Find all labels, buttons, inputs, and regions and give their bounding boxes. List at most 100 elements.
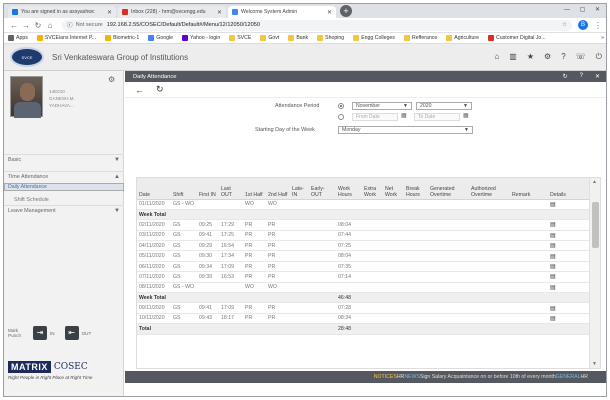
bookmark-item[interactable]: Biometric-1 — [105, 35, 139, 41]
punch-out-button[interactable]: ⇤ — [64, 326, 79, 340]
column-header[interactable]: Work Hours — [336, 178, 362, 200]
from-date-input[interactable]: From Date — [352, 113, 398, 121]
bookmark-item[interactable]: Bank — [288, 35, 308, 41]
phone-icon[interactable]: ☏ — [576, 52, 586, 62]
sidebar-section-leave-management[interactable]: Leave Management ▼ — [4, 205, 124, 216]
year-select[interactable]: 2020 ▼ — [416, 102, 472, 110]
back-arrow-icon[interactable]: ← — [135, 85, 144, 95]
bookmark-item[interactable]: Refferance — [403, 35, 437, 41]
profile-avatar[interactable]: B — [578, 20, 588, 30]
column-header[interactable]: Late-IN — [290, 178, 309, 200]
details-icon[interactable]: ▤ — [548, 302, 590, 314]
reload-icon[interactable]: ↻ — [32, 21, 44, 30]
power-icon[interactable]: ⏻ — [596, 52, 602, 62]
bookmark-item[interactable]: Engg Colleges — [353, 35, 395, 41]
start-day-select[interactable]: Monday ▼ — [338, 126, 473, 134]
bookmark-item[interactable]: SVCE — [229, 35, 251, 41]
bookmark-item[interactable]: Govt — [260, 35, 279, 41]
bookmark-star-icon[interactable]: ☆ — [562, 22, 567, 28]
table-cell — [290, 199, 309, 210]
column-header[interactable]: Break Hours — [404, 178, 428, 200]
bookmark-label: SVCE — [237, 35, 252, 41]
browser-tab-inbox[interactable]: Inbox (228) - hrm@svcengg.edu ✕ — [118, 6, 226, 18]
home-icon[interactable]: ⌂ — [494, 52, 499, 62]
column-header[interactable]: Details — [548, 178, 590, 200]
close-tab-icon[interactable]: ✕ — [107, 9, 112, 16]
calendar-icon[interactable]: ▦ — [401, 112, 407, 119]
favorite-star-icon[interactable]: ★ — [527, 52, 534, 62]
sidebar-section-time-attendance[interactable]: Time Attendance ▲ — [4, 171, 124, 182]
column-header[interactable]: Remark — [510, 178, 548, 200]
column-header[interactable]: Early-OUT — [309, 178, 336, 200]
details-icon[interactable]: ▤ — [548, 282, 590, 294]
bookmark-folder-icon — [260, 35, 267, 41]
details-icon[interactable]: ▤ — [548, 261, 590, 273]
new-tab-button[interactable]: + — [340, 5, 352, 17]
column-header[interactable]: 1st Half — [243, 178, 266, 200]
bookmark-item[interactable]: Customer Digital Jo... — [488, 35, 546, 41]
refresh-icon[interactable]: ↻ — [156, 84, 164, 95]
close-tab-icon[interactable]: ✕ — [327, 9, 332, 16]
attendance-table-container[interactable]: Date Shift First IN Last OUT 1st Half 2nd Hal… — [136, 177, 601, 369]
browser-menu-icon[interactable]: ⋮ — [592, 21, 604, 30]
bookmark-item[interactable]: Apps — [8, 35, 28, 41]
browser-tab-strip: You are signed in as assyashwc ✕ Inbox (… — [4, 4, 606, 18]
sidebar-item-shift-schedule[interactable]: Shift Schedule — [4, 195, 124, 205]
sidebar-section-basic[interactable]: Basic ▼ — [4, 154, 124, 165]
settings-gear-icon[interactable]: ⚙ — [544, 52, 551, 62]
close-icon[interactable]: ✕ — [595, 73, 600, 80]
bookmark-item[interactable]: Agriculture — [446, 35, 479, 41]
browser-tab-cosec-signin[interactable]: You are signed in as assyashwc ✕ — [8, 6, 116, 18]
details-icon[interactable]: ▤ — [548, 250, 590, 262]
calendar-icon[interactable]: ▦ — [463, 112, 469, 119]
notice-news[interactable]: NEWS — [404, 374, 420, 380]
column-header[interactable]: Date — [137, 178, 171, 200]
to-date-input[interactable]: To Date — [414, 113, 460, 121]
bookmarks-overflow-icon[interactable]: » — [601, 35, 604, 41]
details-icon[interactable]: ▤ — [548, 313, 590, 325]
column-header[interactable]: Net Work — [383, 178, 404, 200]
notice-general[interactable]: GENERAL — [556, 374, 581, 380]
table-cell — [219, 282, 243, 294]
column-header[interactable]: 2nd Half — [266, 178, 290, 200]
bookmark-item[interactable]: Google — [148, 35, 173, 41]
radio-date-range[interactable] — [338, 114, 344, 120]
details-icon[interactable]: ▤ — [548, 271, 590, 283]
user-settings-gear-icon[interactable]: ⚙ — [108, 75, 115, 84]
help-icon[interactable]: ? — [561, 52, 565, 62]
forward-arrow-icon[interactable]: → — [20, 21, 32, 30]
back-arrow-icon[interactable]: ← — [8, 21, 20, 30]
table-scrollbar[interactable]: ▲ ▼ — [589, 178, 600, 368]
punch-in-button[interactable]: ⇥ — [33, 326, 47, 340]
table-cell — [383, 240, 404, 252]
month-select[interactable]: November ▼ — [352, 102, 412, 110]
bookmark-item[interactable]: SVCEians Internet P... — [36, 35, 96, 41]
column-header[interactable]: Authorized Overtime — [469, 178, 510, 200]
column-header[interactable]: Extra Work — [362, 178, 383, 200]
browser-tab-welcome[interactable]: Welcome System Admin ✕ — [228, 6, 336, 18]
details-icon[interactable]: ▤ — [548, 219, 590, 231]
scroll-down-icon[interactable]: ▼ — [592, 361, 597, 367]
bookmark-item[interactable]: Yahoo - login — [182, 35, 220, 41]
scroll-up-icon[interactable]: ▲ — [592, 179, 597, 185]
sidebar-item-daily-attendance[interactable]: Daily Attendance — [4, 183, 124, 191]
column-header[interactable]: Generated Overtime — [428, 178, 469, 200]
home-icon[interactable]: ⌂ — [44, 21, 56, 30]
column-header[interactable]: Shift — [171, 178, 197, 200]
details-icon[interactable]: ▤ — [548, 240, 590, 252]
table-cell — [290, 271, 309, 283]
details-icon[interactable]: ▤ — [548, 199, 590, 210]
radio-month[interactable] — [338, 103, 344, 109]
help-icon[interactable]: ? — [580, 73, 583, 80]
column-header[interactable]: First IN — [197, 178, 219, 200]
window-controls[interactable]: — ▢ ✕ — [564, 6, 604, 13]
details-icon[interactable]: ▤ — [548, 230, 590, 242]
dashboard-chart-icon[interactable]: ▥ — [509, 52, 517, 62]
bookmark-item[interactable]: Shoping — [317, 35, 344, 41]
info-icon[interactable]: ⓘ — [67, 21, 73, 29]
refresh-icon[interactable]: ↻ — [563, 73, 568, 80]
url-input[interactable]: ⓘ Not secure 192.168.2.55/COSEC/Default/… — [62, 19, 572, 31]
close-tab-icon[interactable]: ✕ — [217, 9, 222, 16]
column-header[interactable]: Last OUT — [219, 178, 243, 200]
scrollbar-thumb[interactable] — [592, 202, 599, 248]
